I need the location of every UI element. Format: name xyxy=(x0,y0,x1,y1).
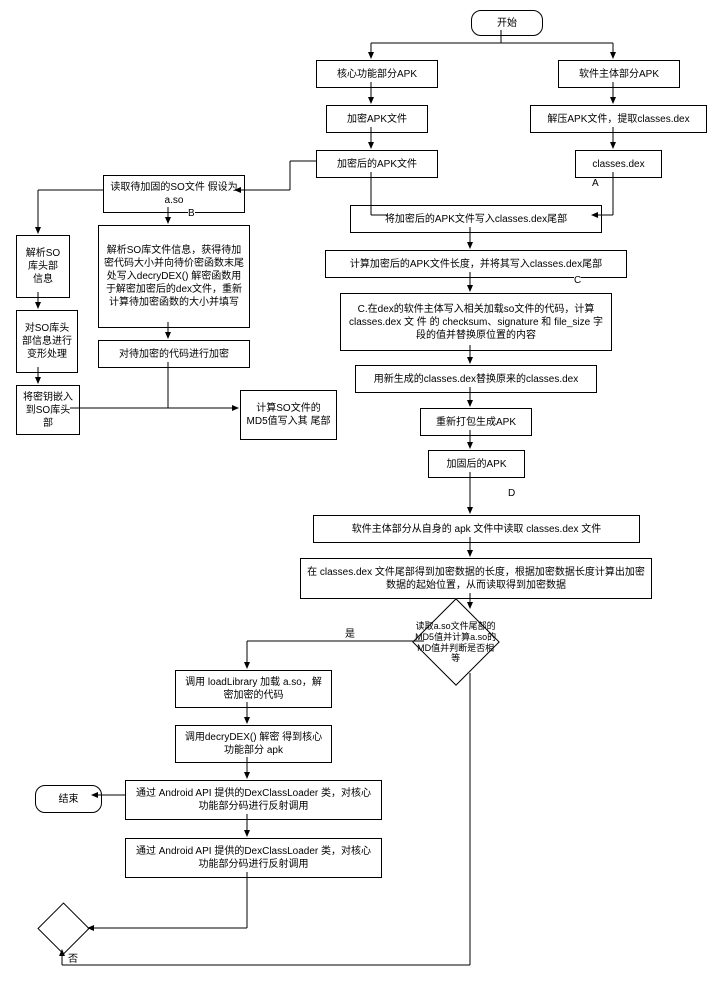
reflect2-node: 通过 Android API 提供的DexClassLoader 类，对核心功能… xyxy=(125,838,382,878)
read-enc-data-node: 在 classes.dex 文件尾部得到加密数据的长度，根据加密数据长度计算出加… xyxy=(300,558,652,599)
parse-so-info-node: 解析SO库文件信息，获得待加密代码大小并向待价密函数末尾处写入decryDEX(… xyxy=(98,225,250,328)
parse-so-info-label: 解析SO库文件信息，获得待加密代码大小并向待价密函数末尾处写入decryDEX(… xyxy=(104,244,244,309)
read-so-node: 读取待加固的SO文件 假设为a.so xyxy=(103,175,245,213)
extract-classes-node: 解压APK文件，提取classes.dex xyxy=(530,105,707,133)
reflect2-label: 通过 Android API 提供的DexClassLoader 类，对核心功能… xyxy=(131,845,376,871)
read-enc-data-label: 在 classes.dex 文件尾部得到加密数据的长度，根据加密数据长度计算出加… xyxy=(306,566,646,592)
write-enc-dex-label: 将加密后的APK文件写入classes.dex尾部 xyxy=(385,213,567,226)
check-md5-node: 读取a.so文件尾部的MD5值并计算a.so的MD值并判断是否相等 xyxy=(412,598,500,686)
classes-dex-label: classes.dex xyxy=(592,158,644,171)
label-a: A xyxy=(592,178,599,189)
decrypt-dex-label: 调用decryDEX() 解密 得到核心功能部分 apk xyxy=(181,731,326,757)
main-apk-node: 软件主体部分APK xyxy=(558,60,680,88)
parse-so-header-node: 解析SO 库头部 信息 xyxy=(16,235,70,298)
encrypt-apk-node: 加密APK文件 xyxy=(326,105,428,133)
reflect1-node: 通过 Android API 提供的DexClassLoader 类，对核心功能… xyxy=(125,780,382,820)
deform-so-header-node: 对SO库头 部信息进行 变形处理 xyxy=(16,310,78,373)
label-no: 否 xyxy=(68,950,78,965)
start-node: 开始 xyxy=(471,10,543,36)
encrypted-apk-label: 加密后的APK文件 xyxy=(337,158,417,171)
load-lib-node: 调用 loadLibrary 加载 a.so，解密加密的代码 xyxy=(175,670,332,708)
label-c: C xyxy=(574,275,581,286)
bottom-diamond-node xyxy=(37,902,89,954)
calc-md5-so-node: 计算SO文件的 MD5值写入其 尾部 xyxy=(240,390,337,440)
embed-key-node: 将密钥嵌入 到SO库头 部 xyxy=(16,385,80,435)
label-d: D xyxy=(508,488,515,499)
check-md5-label: 读取a.so文件尾部的MD5值并计算a.so的MD值并判断是否相等 xyxy=(414,621,498,664)
encrypted-apk-node: 加密后的APK文件 xyxy=(316,150,438,178)
encrypt-code-node: 对待加密的代码进行加密 xyxy=(98,340,250,368)
label-b: B xyxy=(188,208,195,219)
main-apk-label: 软件主体部分APK xyxy=(579,68,659,81)
read-dex-apk-node: 软件主体部分从自身的 apk 文件中读取 classes.dex 文件 xyxy=(313,515,640,543)
end-node: 结束 xyxy=(35,785,102,813)
deform-so-header-label: 对SO库头 部信息进行 变形处理 xyxy=(22,322,72,361)
write-loader-node: C.在dex的软件主体写入相关加载so文件的代码，计算 classes.dex … xyxy=(340,293,612,351)
encrypt-apk-label: 加密APK文件 xyxy=(347,113,407,126)
repackage-label: 重新打包生成APK xyxy=(436,416,516,429)
write-enc-dex-node: 将加密后的APK文件写入classes.dex尾部 xyxy=(350,205,602,233)
label-yes: 是 xyxy=(345,625,355,640)
classes-dex-node: classes.dex xyxy=(575,150,662,178)
read-dex-apk-label: 软件主体部分从自身的 apk 文件中读取 classes.dex 文件 xyxy=(352,523,601,536)
extract-classes-label: 解压APK文件，提取classes.dex xyxy=(547,113,689,126)
replace-dex-node: 用新生成的classes.dex替换原来的classes.dex xyxy=(355,365,597,393)
end-label: 结束 xyxy=(59,793,79,806)
hardened-apk-node: 加固后的APK xyxy=(428,450,525,478)
start-label: 开始 xyxy=(497,17,517,30)
calc-apk-len-label: 计算加密后的APK文件长度，并将其写入classes.dex尾部 xyxy=(350,258,602,271)
replace-dex-label: 用新生成的classes.dex替换原来的classes.dex xyxy=(374,373,579,386)
decrypt-dex-node: 调用decryDEX() 解密 得到核心功能部分 apk xyxy=(175,725,332,763)
parse-so-header-label: 解析SO 库头部 信息 xyxy=(22,247,64,286)
hardened-apk-label: 加固后的APK xyxy=(446,458,506,471)
write-loader-label: C.在dex的软件主体写入相关加载so文件的代码，计算 classes.dex … xyxy=(346,303,606,342)
read-so-label: 读取待加固的SO文件 假设为a.so xyxy=(109,181,239,207)
calc-apk-len-node: 计算加密后的APK文件长度，并将其写入classes.dex尾部 xyxy=(325,250,627,278)
calc-md5-so-label: 计算SO文件的 MD5值写入其 尾部 xyxy=(246,402,331,428)
encrypt-code-label: 对待加密的代码进行加密 xyxy=(119,348,229,361)
repackage-node: 重新打包生成APK xyxy=(420,408,532,436)
reflect1-label: 通过 Android API 提供的DexClassLoader 类，对核心功能… xyxy=(131,787,376,813)
core-apk-node: 核心功能部分APK xyxy=(316,60,438,88)
embed-key-label: 将密钥嵌入 到SO库头 部 xyxy=(22,391,74,430)
load-lib-label: 调用 loadLibrary 加载 a.so，解密加密的代码 xyxy=(181,676,326,702)
core-apk-label: 核心功能部分APK xyxy=(337,68,417,81)
